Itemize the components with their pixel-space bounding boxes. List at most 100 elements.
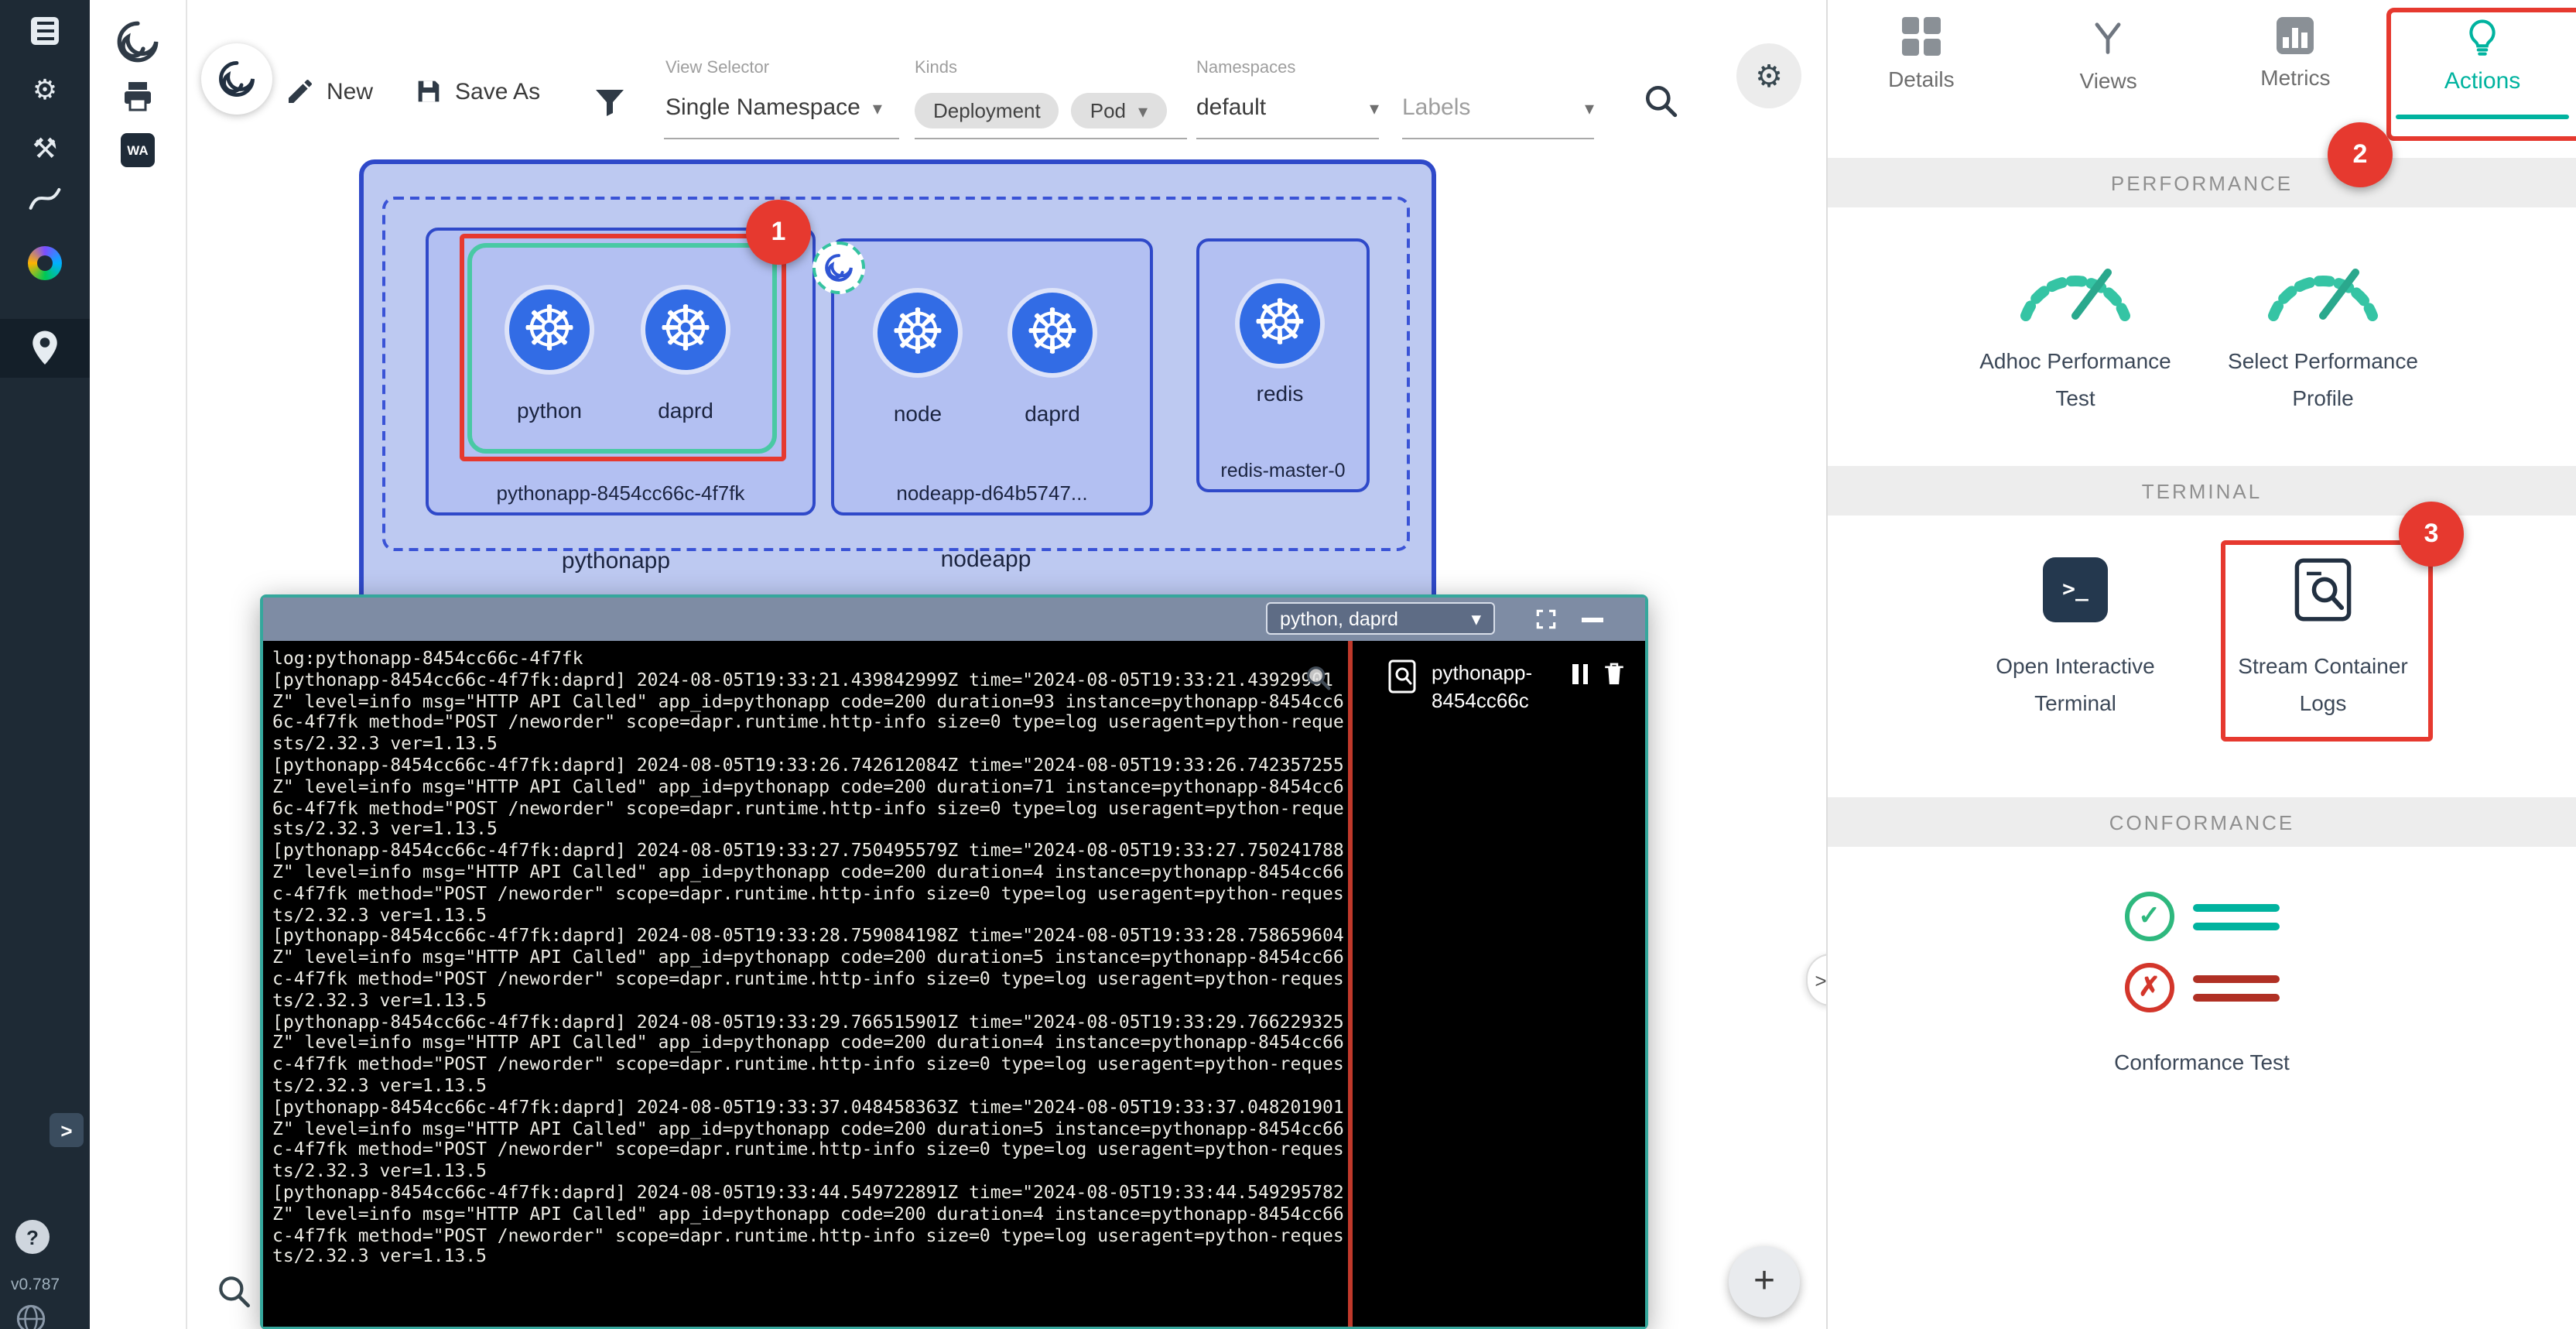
tools-icon: ⚒ xyxy=(32,135,57,163)
location-pin-icon xyxy=(31,330,59,367)
terminal-header[interactable]: python, daprd ▾ xyxy=(263,598,1645,641)
help-button[interactable]: ? xyxy=(15,1220,50,1254)
save-as-button[interactable]: Save As xyxy=(413,76,540,107)
toolkit-icon[interactable]: ⚒ xyxy=(0,127,90,170)
right-dock-panel: Details Views Metrics Act xyxy=(1826,0,2576,1329)
dapr-app-icon[interactable] xyxy=(90,19,186,65)
spiral-icon xyxy=(217,59,257,99)
container-selector-value: python, daprd xyxy=(1280,608,1398,629)
minimize-button[interactable] xyxy=(1582,618,1603,622)
pod-label: nodeapp-d64b5747... xyxy=(834,481,1150,505)
performance-section-header: PERFORMANCE xyxy=(1828,158,2576,207)
kubernetes-wheel-icon: ☸ xyxy=(1252,293,1308,355)
action-label: Select Performance xyxy=(2228,342,2418,379)
kind-chip-deployment[interactable]: Deployment xyxy=(915,93,1059,128)
check-circle-icon: ✓ xyxy=(2125,892,2174,941)
terminal-section-header: TERMINAL xyxy=(1828,466,2576,516)
tab-metrics[interactable]: Metrics xyxy=(2202,0,2390,133)
location-nav-item-active[interactable] xyxy=(0,319,90,378)
kinds-select: Deployment Pod ▾ xyxy=(915,93,1166,128)
save-icon xyxy=(413,76,444,107)
dapr-injector-badge xyxy=(812,241,865,294)
tab-details[interactable]: Details xyxy=(1828,0,2015,133)
pod-label: redis-master-0 xyxy=(1199,460,1367,481)
new-label: New xyxy=(327,78,373,104)
namespace-select[interactable]: default ▾ xyxy=(1196,94,1379,121)
mesh-icon-button[interactable] xyxy=(0,241,90,285)
pause-stream-button[interactable] xyxy=(1572,664,1588,684)
view-selector-select[interactable]: Single Namespace ▾ xyxy=(665,94,882,121)
fullscreen-icon xyxy=(1534,607,1558,632)
conformance-label: Conformance Test xyxy=(2114,1043,2290,1081)
kind-chip-pod[interactable]: Pod ▾ xyxy=(1072,93,1166,128)
search-icon xyxy=(1303,663,1334,694)
left-nav-rail: ⚙ ⚒ > ? v0.787 xyxy=(0,0,90,1329)
new-button[interactable]: New xyxy=(285,76,373,107)
view-selector-value: Single Namespace xyxy=(665,94,860,121)
container-redis-icon[interactable]: ☸ xyxy=(1240,283,1320,364)
search-icon xyxy=(1642,82,1681,121)
log-text: log:pythonapp-8454cc66c-4f7fk [pythonapp… xyxy=(263,641,1348,1268)
action-label: Open Interactive xyxy=(1996,647,2154,684)
globe-icon[interactable] xyxy=(15,1303,46,1329)
annotation-rect-3 xyxy=(2221,540,2433,742)
chevron-down-icon: ▾ xyxy=(1370,97,1379,118)
wa-app-icon[interactable]: WA xyxy=(90,133,186,167)
search-button[interactable] xyxy=(1642,82,1681,128)
tab-views[interactable]: Views xyxy=(2015,0,2202,133)
tab-label: Details xyxy=(1888,67,1955,91)
terminal-body: log:pythonapp-8454cc66c-4f7fk [pythonapp… xyxy=(263,641,1645,1327)
kinds-underline xyxy=(915,138,1187,139)
mesh-ring-icon xyxy=(28,246,62,280)
container-daprd2-icon[interactable]: ☸ xyxy=(1012,293,1093,373)
chevron-down-icon: ▾ xyxy=(1471,607,1481,630)
fullscreen-button[interactable] xyxy=(1534,607,1558,639)
spiral-icon xyxy=(823,252,854,283)
menu-icon xyxy=(31,17,59,45)
cross-circle-icon: ✗ xyxy=(2125,963,2174,1012)
log-source-name: pythonapp- 8454cc66c xyxy=(1432,659,1532,715)
labels-select[interactable]: Labels ▾ xyxy=(1402,94,1594,121)
tab-label: Views xyxy=(2080,68,2137,93)
dashboard-menu-icon[interactable] xyxy=(0,9,90,53)
select-performance-profile-action[interactable]: Select Performance Profile xyxy=(2153,245,2493,416)
plus-icon: + xyxy=(1753,1260,1775,1303)
printer-icon xyxy=(119,77,156,115)
container-node-icon[interactable]: ☸ xyxy=(877,293,958,373)
conformance-test-action[interactable]: ✓ ✗ Conformance Test xyxy=(1828,892,2576,1081)
log-stream-area[interactable]: log:pythonapp-8454cc66c-4f7fk [pythonapp… xyxy=(263,641,1348,1327)
canvas-area: ☸ New Save As View xyxy=(187,0,1826,1329)
annotation-badge-1: 1 xyxy=(746,200,811,265)
curve-icon xyxy=(28,184,62,212)
settings-button[interactable]: ⚙ xyxy=(1736,43,1801,108)
settings-gears-icon[interactable]: ⚙ xyxy=(0,68,90,111)
archive-app-icon[interactable] xyxy=(90,77,186,115)
filter-button[interactable] xyxy=(591,84,628,128)
canvas-zoom-button[interactable] xyxy=(215,1272,254,1319)
pod-box-redis[interactable]: redis-master-0 xyxy=(1196,238,1370,492)
log-source-item[interactable]: pythonapp- 8454cc66c xyxy=(1353,641,1645,715)
gear-icon: ⚙ xyxy=(32,76,57,104)
pod-box-nodeapp[interactable]: nodeapp-d64b5747... xyxy=(831,238,1153,516)
pass-lines-icon xyxy=(2193,903,2280,930)
design-logo-button[interactable] xyxy=(201,43,272,115)
grid-icon xyxy=(1902,17,1941,56)
spiral-icon xyxy=(115,19,161,65)
container-label-redis: redis xyxy=(1233,381,1326,406)
container-selector-dropdown[interactable]: python, daprd ▾ xyxy=(1266,602,1495,635)
kubernetes-wheel-icon: ☸ xyxy=(1025,302,1080,364)
container-label-node: node xyxy=(871,401,964,426)
add-node-button[interactable]: + xyxy=(1729,1246,1800,1317)
chevron-down-icon: ▾ xyxy=(1585,97,1594,118)
sidebar-expand-button[interactable]: > xyxy=(50,1113,84,1147)
wa-badge: WA xyxy=(121,133,155,167)
chevron-right-icon: > xyxy=(60,1118,72,1142)
curve-tool-icon[interactable] xyxy=(0,176,90,220)
log-search-button[interactable] xyxy=(1303,663,1334,701)
labels-underline xyxy=(1402,138,1594,139)
kinds-label: Kinds xyxy=(915,59,957,77)
action-label: Adhoc Performance xyxy=(1979,342,2171,379)
gauge-icon xyxy=(2258,245,2388,322)
panel-collapse-button[interactable]: > xyxy=(1806,954,1826,1006)
delete-stream-button[interactable] xyxy=(1602,661,1627,695)
